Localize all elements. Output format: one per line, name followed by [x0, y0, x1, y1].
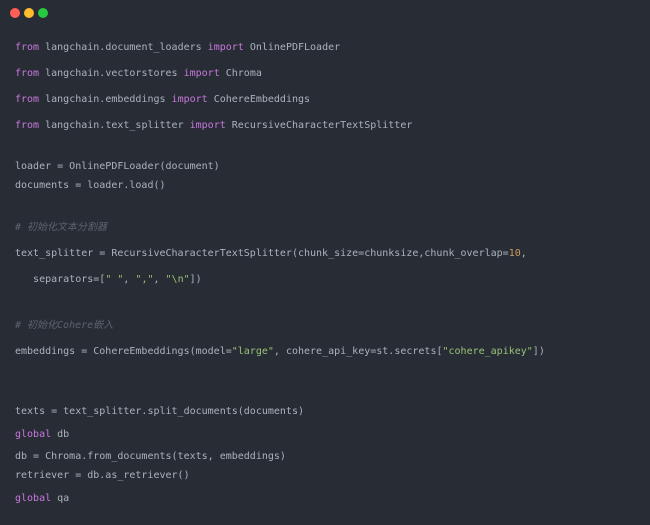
code-token: CohereEmbeddings	[207, 94, 311, 105]
keyword-token: from	[15, 68, 40, 79]
code-line: db = Chroma.from_documents(texts, embedd…	[15, 450, 286, 464]
keyword-token: import	[207, 42, 244, 53]
code-token: db	[51, 429, 70, 440]
code-token: ,	[123, 274, 136, 285]
keyword-token: import	[183, 68, 220, 79]
code-token: qa	[51, 493, 70, 504]
code-token: texts = text_splitter.split_documents(do…	[15, 406, 304, 417]
code-line: global db	[15, 428, 69, 442]
code-line: from langchain.document_loaders import O…	[15, 41, 340, 55]
string-token: "large"	[231, 346, 274, 357]
code-line: from langchain.embeddings import CohereE…	[15, 93, 310, 107]
code-token: ])	[189, 274, 202, 285]
code-token: ])	[532, 346, 545, 357]
comment-token: # 初始化文本分割器	[15, 222, 108, 233]
keyword-token: global	[15, 429, 52, 440]
code-token: RecursiveCharacterTextSplitter	[225, 120, 413, 131]
maximize-dot-icon[interactable]	[38, 8, 48, 18]
keyword-token: import	[171, 94, 208, 105]
code-line: global qa	[15, 492, 69, 506]
code-token: retriever = db.as_retriever()	[15, 470, 190, 481]
code-token: langchain.document_loaders	[39, 42, 208, 53]
code-line: text_splitter = RecursiveCharacterTextSp…	[15, 247, 527, 261]
code-token: db = Chroma.from_documents(texts, embedd…	[15, 451, 286, 462]
code-line: # 初始化文本分割器	[15, 221, 107, 235]
code-token: , cohere_api_key=st.secrets[	[273, 346, 443, 357]
code-line: embeddings = CohereEmbeddings(model="lar…	[15, 345, 545, 359]
number-token: 10	[508, 248, 521, 259]
code-token: langchain.vectorstores	[39, 68, 184, 79]
keyword-token: global	[15, 493, 52, 504]
keyword-token: from	[15, 120, 40, 131]
code-line: from langchain.vectorstores import Chrom…	[15, 67, 262, 81]
code-line: retriever = db.as_retriever()	[15, 469, 190, 483]
string-token: " "	[105, 274, 124, 285]
code-line: # 初始化Cohere嵌入	[15, 319, 113, 333]
string-token: "cohere_apikey"	[442, 346, 533, 357]
code-token: embeddings = CohereEmbeddings(model=	[15, 346, 232, 357]
code-token: ,	[153, 274, 166, 285]
code-token: langchain.text_splitter	[39, 120, 190, 131]
minimize-dot-icon[interactable]	[24, 8, 34, 18]
keyword-token: from	[15, 94, 40, 105]
code-token: langchain.embeddings	[39, 94, 172, 105]
keyword-token: import	[189, 120, 226, 131]
close-dot-icon[interactable]	[10, 8, 20, 18]
comment-token: # 初始化Cohere嵌入	[15, 320, 114, 331]
code-token: text_splitter = RecursiveCharacterTextSp…	[15, 248, 509, 259]
code-line: loader = OnlinePDFLoader(document)	[15, 160, 220, 174]
string-token: "\n"	[165, 274, 190, 285]
code-line: separators=[" ", ",", "\n"])	[15, 273, 202, 287]
code-token: ,	[520, 248, 527, 259]
code-token: Chroma	[219, 68, 262, 79]
code-token: loader = OnlinePDFLoader(document)	[15, 161, 220, 172]
keyword-token: from	[15, 42, 40, 53]
code-token: separators=[	[15, 274, 106, 285]
code-line: texts = text_splitter.split_documents(do…	[15, 405, 304, 419]
code-line: from langchain.text_splitter import Recu…	[15, 119, 412, 133]
string-token: ","	[135, 274, 154, 285]
code-token: documents = loader.load()	[15, 180, 166, 191]
code-line: documents = loader.load()	[15, 179, 166, 193]
code-token: OnlinePDFLoader	[243, 42, 341, 53]
